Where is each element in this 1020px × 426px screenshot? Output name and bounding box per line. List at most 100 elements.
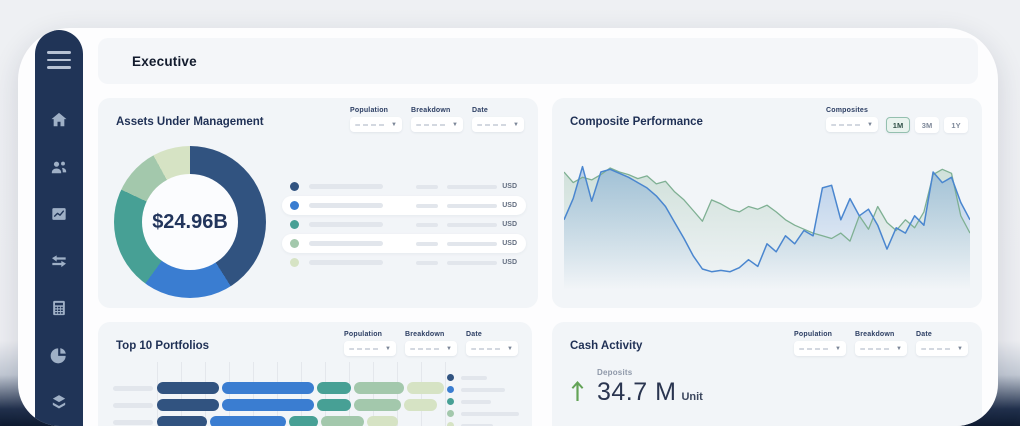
legend-value-placeholder: [416, 242, 438, 246]
legend-dot: [290, 182, 299, 191]
legend-value-placeholder: [416, 185, 438, 189]
filter-label: Breakdown: [855, 331, 907, 338]
legend-dot: [290, 258, 299, 267]
cash-population-dropdown[interactable]: ▼: [794, 341, 846, 356]
filter-label: Population: [344, 331, 396, 338]
pie-chart-icon: [49, 345, 69, 365]
bar-segment-blue: [210, 416, 286, 426]
sidebar-item-clients[interactable]: [48, 157, 70, 177]
legend-value-placeholder: [416, 204, 438, 208]
sidebar-nav: [48, 110, 70, 412]
aum-breakdown-dropdown[interactable]: ▼: [411, 117, 463, 132]
bar-segment-navy: [157, 399, 219, 411]
currency-label: USD: [502, 183, 517, 190]
currency-label: USD: [502, 221, 517, 228]
legend-dot: [290, 239, 299, 248]
legend-amount-placeholder: [447, 261, 497, 265]
aum-legend-row[interactable]: USD: [282, 253, 526, 272]
top10-date-dropdown[interactable]: ▼: [466, 341, 518, 356]
bar-segment-sage: [354, 399, 401, 411]
legend-dot: [447, 374, 454, 381]
cash-date-dropdown[interactable]: ▼: [916, 341, 968, 356]
dropdown-placeholder: [355, 124, 385, 126]
legend-name-placeholder: [461, 388, 505, 392]
chevron-down-icon: ▼: [446, 346, 452, 352]
cash-filter-date: Date ▼: [916, 331, 968, 356]
composite-controls: Composites▼ 1M3M1Y: [826, 107, 968, 133]
top10-legend-row: [447, 398, 519, 405]
top10-filter-date: Date ▼: [466, 331, 518, 356]
portfolio-bar-row[interactable]: [113, 416, 446, 426]
main-panel: Executive Assets Under Management Popula…: [18, 28, 998, 426]
top10-filters: Population▼Breakdown▼Date▼: [344, 331, 518, 356]
cash-filter-population: Population ▼: [794, 331, 846, 356]
filter-label: Date: [466, 331, 518, 338]
aum-donut-chart[interactable]: $24.96B: [114, 146, 266, 298]
aum-legend-row[interactable]: USD: [282, 177, 526, 196]
sidebar-item-transfers[interactable]: [48, 251, 70, 271]
legend-amount-placeholder: [447, 242, 497, 246]
legend-dot: [447, 410, 454, 417]
composite-composites-dropdown[interactable]: ▼: [826, 117, 878, 132]
legend-dot: [447, 422, 454, 426]
portfolio-name-placeholder: [113, 386, 153, 391]
aum-card-title: Assets Under Management: [116, 116, 264, 128]
top10-legend: [447, 374, 519, 426]
portfolio-bar-row[interactable]: [113, 399, 446, 411]
cash-activity-card: Cash Activity Population ▼ Breakdown ▼ Date ▼…: [552, 322, 982, 426]
bar-segment-teal: [317, 382, 351, 394]
aum-legend-row[interactable]: USD: [282, 234, 526, 253]
dropdown-placeholder: [471, 348, 501, 350]
cash-breakdown-dropdown[interactable]: ▼: [855, 341, 907, 356]
chevron-down-icon: ▼: [385, 346, 391, 352]
filter-label: Population: [794, 331, 846, 338]
aum-legend-row[interactable]: USD: [282, 215, 526, 234]
users-icon: [49, 157, 69, 177]
sidebar-item-analytics[interactable]: [48, 345, 70, 365]
bar-segment-teal: [317, 399, 351, 411]
bar-segment-sage: [354, 382, 404, 394]
top10-legend-row: [447, 422, 519, 426]
home-icon: [49, 110, 69, 130]
top10-card-title: Top 10 Portfolios: [116, 340, 209, 352]
bar-segment-teal: [289, 416, 318, 426]
bar-segment-sage: [321, 416, 364, 426]
dropdown-placeholder: [349, 348, 379, 350]
filter-label: Date: [916, 331, 968, 338]
top10-filter-population: Population ▼: [344, 331, 396, 356]
aum-date-dropdown[interactable]: ▼: [472, 117, 524, 132]
page-title: Executive: [132, 54, 197, 69]
range-button-1m[interactable]: 1M: [886, 117, 910, 133]
cash-card-title: Cash Activity: [570, 340, 642, 352]
up-arrow-icon: [570, 380, 585, 402]
composite-area-chart[interactable]: [564, 144, 970, 296]
top10-filter-breakdown: Breakdown▼: [405, 331, 457, 356]
top10-legend-row: [447, 374, 519, 381]
top10-breakdown-dropdown[interactable]: ▼: [405, 341, 457, 356]
dropdown-placeholder: [477, 124, 507, 126]
calculator-icon: [49, 298, 69, 318]
sidebar-item-calculator[interactable]: [48, 298, 70, 318]
legend-amount-placeholder: [447, 204, 497, 208]
bar-segment-pale: [407, 382, 444, 394]
top10-population-dropdown[interactable]: ▼: [344, 341, 396, 356]
legend-dot: [290, 201, 299, 210]
range-button-3m[interactable]: 3M: [915, 117, 939, 133]
legend-dot: [290, 220, 299, 229]
filter-label: Population: [350, 107, 402, 114]
top10-legend-row: [447, 410, 519, 417]
menu-icon[interactable]: [47, 50, 71, 70]
page-background: Executive Assets Under Management Popula…: [0, 0, 1020, 426]
sidebar-item-portfolios[interactable]: [48, 204, 70, 224]
aum-legend-row[interactable]: USD: [282, 196, 526, 215]
portfolio-bar-row[interactable]: [113, 382, 446, 394]
top10-bar-chart[interactable]: [113, 382, 446, 426]
dropdown-placeholder: [921, 348, 951, 350]
sidebar-item-home[interactable]: [48, 110, 70, 130]
legend-amount-placeholder: [447, 185, 497, 189]
bar-segment-pale: [367, 416, 398, 426]
range-button-1y[interactable]: 1Y: [944, 117, 968, 133]
legend-value-placeholder: [416, 223, 438, 227]
sidebar-item-layers[interactable]: [48, 392, 70, 412]
aum-population-dropdown[interactable]: ▼: [350, 117, 402, 132]
